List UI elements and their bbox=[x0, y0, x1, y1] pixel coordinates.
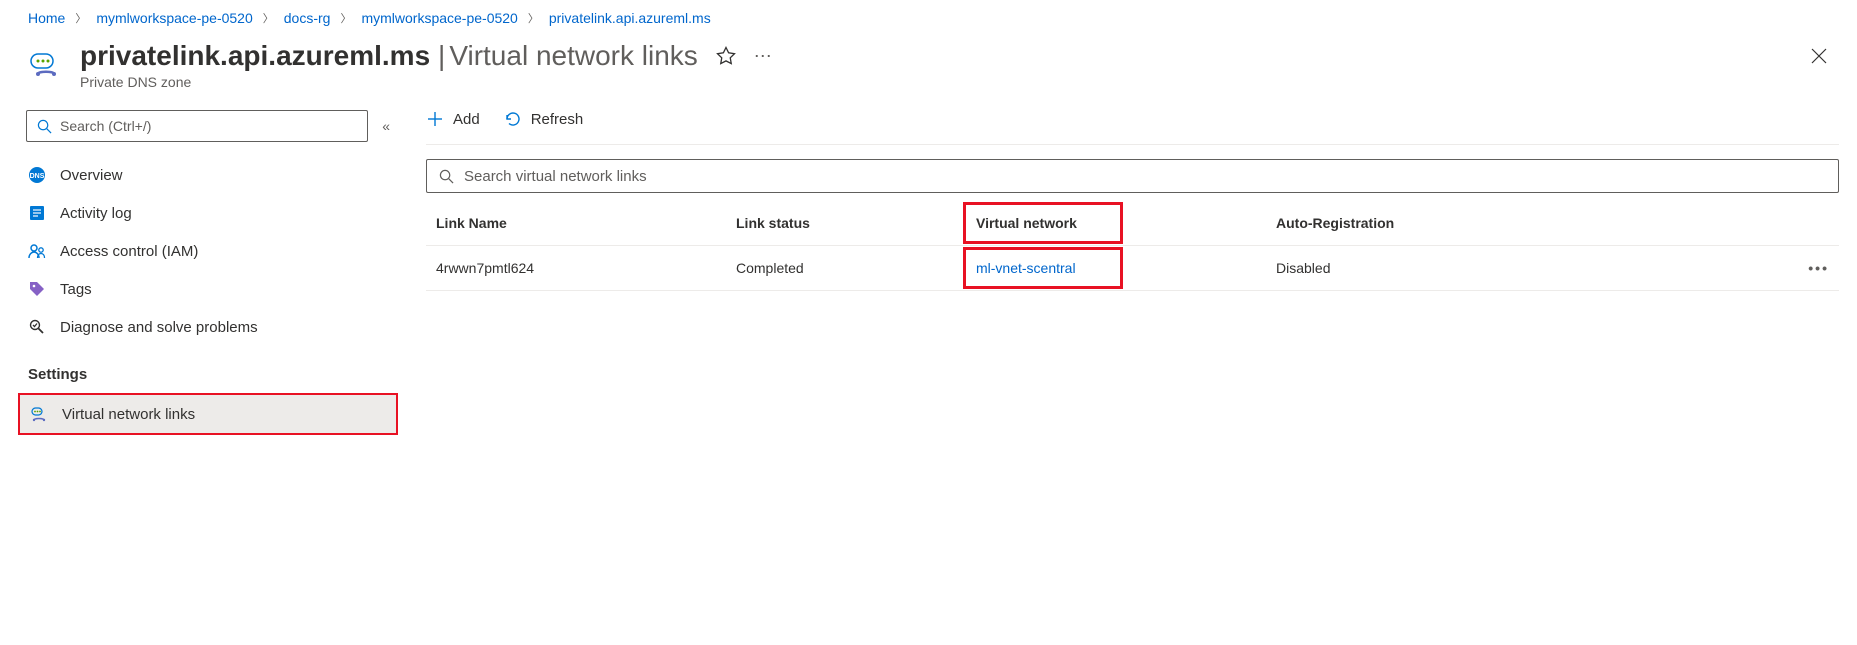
cell-virtual-network: ml-vnet-scentral bbox=[976, 260, 1276, 276]
resource-type-label: Private DNS zone bbox=[80, 74, 1829, 90]
sidebar-item-access-control[interactable]: Access control (IAM) bbox=[18, 232, 398, 270]
breadcrumb-item-rg[interactable]: docs-rg bbox=[284, 10, 331, 26]
collapse-sidebar-icon[interactable]: « bbox=[382, 118, 390, 134]
favorite-star-icon[interactable] bbox=[716, 46, 736, 66]
sidebar-item-label: Access control (IAM) bbox=[60, 243, 198, 260]
sidebar-item-activity-log[interactable]: Activity log bbox=[18, 194, 398, 232]
refresh-button-label: Refresh bbox=[531, 111, 584, 128]
plus-icon bbox=[426, 110, 444, 128]
more-actions-icon[interactable]: ⋯ bbox=[754, 47, 774, 65]
sidebar-item-label: Tags bbox=[60, 281, 92, 298]
sidebar-search-input[interactable] bbox=[60, 118, 357, 134]
main-content: Add Refresh Link Name Link status Virtua… bbox=[398, 110, 1839, 435]
title-separator: | bbox=[438, 40, 445, 71]
col-header-link-name[interactable]: Link Name bbox=[436, 215, 736, 231]
chevron-right-icon: 〉 bbox=[528, 10, 539, 26]
breadcrumb-item-workspace2[interactable]: mymlworkspace-pe-0520 bbox=[361, 10, 517, 26]
refresh-icon bbox=[504, 110, 522, 128]
vnet-links-table: Link Name Link status Virtual network Au… bbox=[426, 201, 1839, 291]
sidebar: « DNS Overview Activity log Access contr… bbox=[18, 110, 398, 435]
overview-icon: DNS bbox=[28, 166, 46, 184]
diagnose-icon bbox=[28, 318, 46, 336]
breadcrumb-item-zone[interactable]: privatelink.api.azureml.ms bbox=[549, 10, 711, 26]
vnet-link[interactable]: ml-vnet-scentral bbox=[976, 260, 1076, 276]
table-header: Link Name Link status Virtual network Au… bbox=[426, 201, 1839, 246]
chevron-right-icon: 〉 bbox=[75, 10, 86, 26]
page-header: privatelink.api.azureml.ms |Virtual netw… bbox=[0, 32, 1857, 110]
sidebar-item-label: Virtual network links bbox=[62, 406, 195, 423]
sidebar-item-label: Diagnose and solve problems bbox=[60, 319, 258, 336]
page-subtitle-name: Virtual network links bbox=[449, 40, 697, 71]
sidebar-item-overview[interactable]: DNS Overview bbox=[18, 156, 398, 194]
filter-search[interactable] bbox=[426, 159, 1839, 193]
sidebar-item-vnet-links[interactable]: Virtual network links bbox=[18, 393, 398, 435]
search-icon bbox=[439, 169, 454, 184]
table-row[interactable]: 4rwwn7pmtl624 Completed ml-vnet-scentral… bbox=[426, 246, 1839, 291]
activity-log-icon bbox=[28, 204, 46, 222]
col-header-virtual-network[interactable]: Virtual network bbox=[976, 215, 1276, 231]
add-button[interactable]: Add bbox=[426, 110, 480, 128]
dns-zone-icon bbox=[28, 46, 64, 82]
breadcrumb-item-home[interactable]: Home bbox=[28, 10, 65, 26]
cell-link-status: Completed bbox=[736, 260, 976, 276]
chevron-right-icon: 〉 bbox=[340, 10, 351, 26]
sidebar-item-tags[interactable]: Tags bbox=[18, 270, 398, 308]
cell-auto-registration: Disabled bbox=[1276, 260, 1789, 276]
cell-link-name: 4rwwn7pmtl624 bbox=[436, 260, 736, 276]
filter-input[interactable] bbox=[464, 168, 1826, 185]
sidebar-item-diagnose[interactable]: Diagnose and solve problems bbox=[18, 308, 398, 346]
close-icon[interactable] bbox=[1809, 46, 1829, 66]
sidebar-search[interactable] bbox=[26, 110, 368, 142]
sidebar-item-label: Activity log bbox=[60, 205, 132, 222]
col-header-auto-registration[interactable]: Auto-Registration bbox=[1276, 215, 1789, 231]
sidebar-item-label: Overview bbox=[60, 167, 123, 184]
col-header-link-status[interactable]: Link status bbox=[736, 215, 976, 231]
access-control-icon bbox=[28, 242, 46, 260]
sidebar-section-settings: Settings bbox=[18, 346, 398, 393]
vnet-links-icon bbox=[30, 405, 48, 423]
breadcrumb: Home 〉 mymlworkspace-pe-0520 〉 docs-rg 〉… bbox=[0, 0, 1857, 32]
tags-icon bbox=[28, 280, 46, 298]
search-icon bbox=[37, 119, 52, 134]
breadcrumb-item-workspace[interactable]: mymlworkspace-pe-0520 bbox=[96, 10, 252, 26]
add-button-label: Add bbox=[453, 111, 480, 128]
chevron-right-icon: 〉 bbox=[263, 10, 274, 26]
row-more-actions-icon[interactable]: ••• bbox=[1789, 260, 1829, 276]
page-title: privatelink.api.azureml.ms bbox=[80, 40, 430, 71]
toolbar: Add Refresh bbox=[426, 110, 1839, 145]
svg-text:DNS: DNS bbox=[30, 173, 45, 180]
refresh-button[interactable]: Refresh bbox=[504, 110, 584, 128]
